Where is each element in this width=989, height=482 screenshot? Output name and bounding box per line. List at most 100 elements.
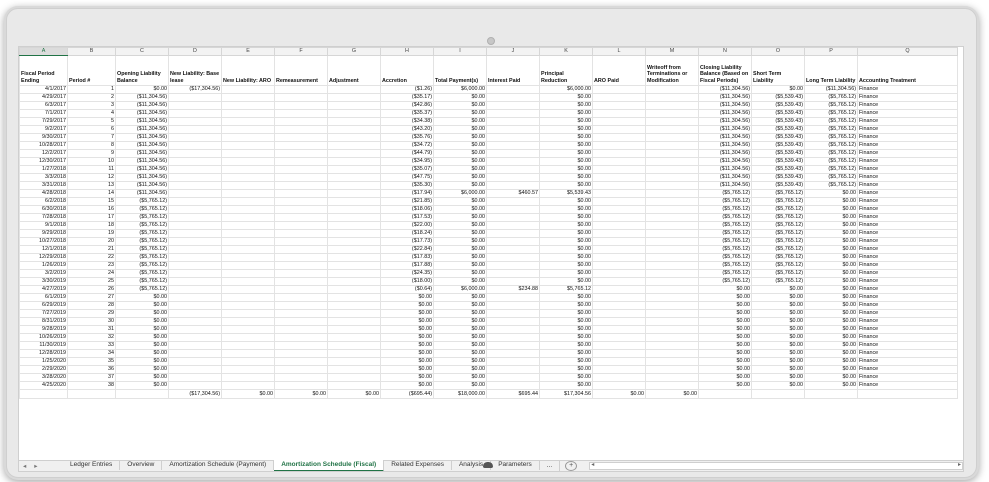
- cell[interactable]: $0.00: [539, 109, 593, 118]
- cell[interactable]: $0.00: [380, 381, 434, 390]
- column-letter-e[interactable]: E: [221, 47, 275, 56]
- cell[interactable]: [221, 181, 275, 190]
- cell[interactable]: [327, 213, 381, 222]
- cell[interactable]: $0.00: [539, 93, 593, 102]
- cell[interactable]: ($5,765.12): [804, 173, 858, 182]
- cell[interactable]: [645, 301, 699, 310]
- cell[interactable]: [486, 149, 540, 158]
- cell[interactable]: [645, 173, 699, 182]
- cell[interactable]: [327, 101, 381, 110]
- cell[interactable]: 1: [67, 85, 116, 94]
- cell[interactable]: ($5,765.12): [115, 277, 169, 286]
- column-header-q[interactable]: Accounting Treatment: [857, 55, 958, 86]
- cell[interactable]: [274, 253, 328, 262]
- cell[interactable]: ($11,304.56): [698, 157, 752, 166]
- cell[interactable]: $0.00: [751, 373, 805, 382]
- cell[interactable]: $6,000.00: [539, 85, 593, 94]
- cell[interactable]: $0.00: [433, 365, 487, 374]
- cell[interactable]: ($5,765.12): [804, 101, 858, 110]
- cell[interactable]: 32: [67, 333, 116, 342]
- cell[interactable]: Finance: [857, 261, 958, 270]
- cell[interactable]: ($22.00): [380, 221, 434, 230]
- horizontal-scrollbar[interactable]: ◂ ▸: [589, 462, 963, 470]
- cell[interactable]: Finance: [857, 237, 958, 246]
- cell[interactable]: ($11,304.56): [698, 181, 752, 190]
- cell[interactable]: [486, 261, 540, 270]
- cell[interactable]: $0.00: [698, 373, 752, 382]
- cell[interactable]: Finance: [857, 133, 958, 142]
- cell[interactable]: ($11,304.56): [804, 85, 858, 94]
- cell[interactable]: ($11,304.56): [115, 173, 169, 182]
- cell[interactable]: $0.00: [433, 149, 487, 158]
- cell[interactable]: $5,539.43: [539, 189, 593, 198]
- cell[interactable]: $460.57: [486, 189, 540, 198]
- cell[interactable]: [327, 117, 381, 126]
- cell[interactable]: [221, 341, 275, 350]
- cell[interactable]: ($5,539.43): [751, 165, 805, 174]
- cell[interactable]: $0.00: [804, 293, 858, 302]
- cell[interactable]: $0.00: [115, 365, 169, 374]
- cell[interactable]: $0.00: [115, 85, 169, 94]
- cell[interactable]: [168, 349, 222, 358]
- cell[interactable]: ($5,765.12): [804, 157, 858, 166]
- sheet-tab[interactable]: Amortization Schedule (Payment): [162, 460, 275, 470]
- cell[interactable]: Finance: [857, 205, 958, 214]
- cell[interactable]: [274, 125, 328, 134]
- cell[interactable]: $0.00: [539, 229, 593, 238]
- cell[interactable]: $0.00: [804, 237, 858, 246]
- cell[interactable]: [592, 325, 646, 334]
- cell[interactable]: ($11,304.56): [698, 101, 752, 110]
- cell[interactable]: ($5,765.12): [751, 253, 805, 262]
- cell[interactable]: $0.00: [751, 381, 805, 390]
- cell[interactable]: [221, 125, 275, 134]
- cell[interactable]: [327, 357, 381, 366]
- cell[interactable]: [645, 213, 699, 222]
- cell[interactable]: ($42.86): [380, 101, 434, 110]
- cell[interactable]: [168, 229, 222, 238]
- cell[interactable]: $0.00: [539, 293, 593, 302]
- cell[interactable]: [486, 213, 540, 222]
- cell[interactable]: [221, 189, 275, 198]
- cell[interactable]: ($5,765.12): [115, 229, 169, 238]
- cell[interactable]: [168, 325, 222, 334]
- cell[interactable]: [221, 261, 275, 270]
- cell[interactable]: $0.00: [804, 245, 858, 254]
- cell[interactable]: [645, 157, 699, 166]
- cell[interactable]: $0.00: [804, 341, 858, 350]
- cell[interactable]: ($5,765.12): [804, 181, 858, 190]
- column-header-o[interactable]: Short Term Liability: [751, 55, 805, 86]
- cell[interactable]: $0.00: [804, 253, 858, 262]
- cell[interactable]: ($5,765.12): [751, 237, 805, 246]
- cell[interactable]: [592, 277, 646, 286]
- cell[interactable]: Finance: [857, 85, 958, 94]
- cell[interactable]: $0.00: [539, 213, 593, 222]
- cell[interactable]: $0.00: [115, 317, 169, 326]
- cell[interactable]: 23: [67, 261, 116, 270]
- cell[interactable]: 6/30/2018: [19, 205, 68, 214]
- cell[interactable]: Finance: [857, 285, 958, 294]
- cell[interactable]: $0.00: [115, 293, 169, 302]
- cell[interactable]: $0.00: [804, 221, 858, 230]
- total-cell[interactable]: $0.00: [274, 389, 328, 399]
- total-cell[interactable]: $0.00: [221, 389, 275, 399]
- column-letter-o[interactable]: O: [751, 47, 805, 56]
- cell[interactable]: 7/27/2019: [19, 309, 68, 318]
- cell[interactable]: [327, 373, 381, 382]
- cell[interactable]: 12/2/2017: [19, 149, 68, 158]
- cell[interactable]: [327, 333, 381, 342]
- cell[interactable]: ($5,539.43): [751, 141, 805, 150]
- cell[interactable]: ($5,765.12): [751, 197, 805, 206]
- cell[interactable]: [486, 109, 540, 118]
- cell[interactable]: [221, 173, 275, 182]
- column-header-a[interactable]: Fiscal Period Ending: [19, 55, 68, 86]
- cell[interactable]: [645, 253, 699, 262]
- cell[interactable]: $0.00: [539, 269, 593, 278]
- cell[interactable]: [327, 349, 381, 358]
- cell[interactable]: $0.00: [804, 189, 858, 198]
- cell[interactable]: ($18.24): [380, 229, 434, 238]
- tab-next-icon[interactable]: ▸: [30, 462, 41, 470]
- cell[interactable]: [274, 357, 328, 366]
- cell[interactable]: $0.00: [698, 301, 752, 310]
- cell[interactable]: 2/29/2020: [19, 365, 68, 374]
- column-letter-n[interactable]: N: [698, 47, 752, 56]
